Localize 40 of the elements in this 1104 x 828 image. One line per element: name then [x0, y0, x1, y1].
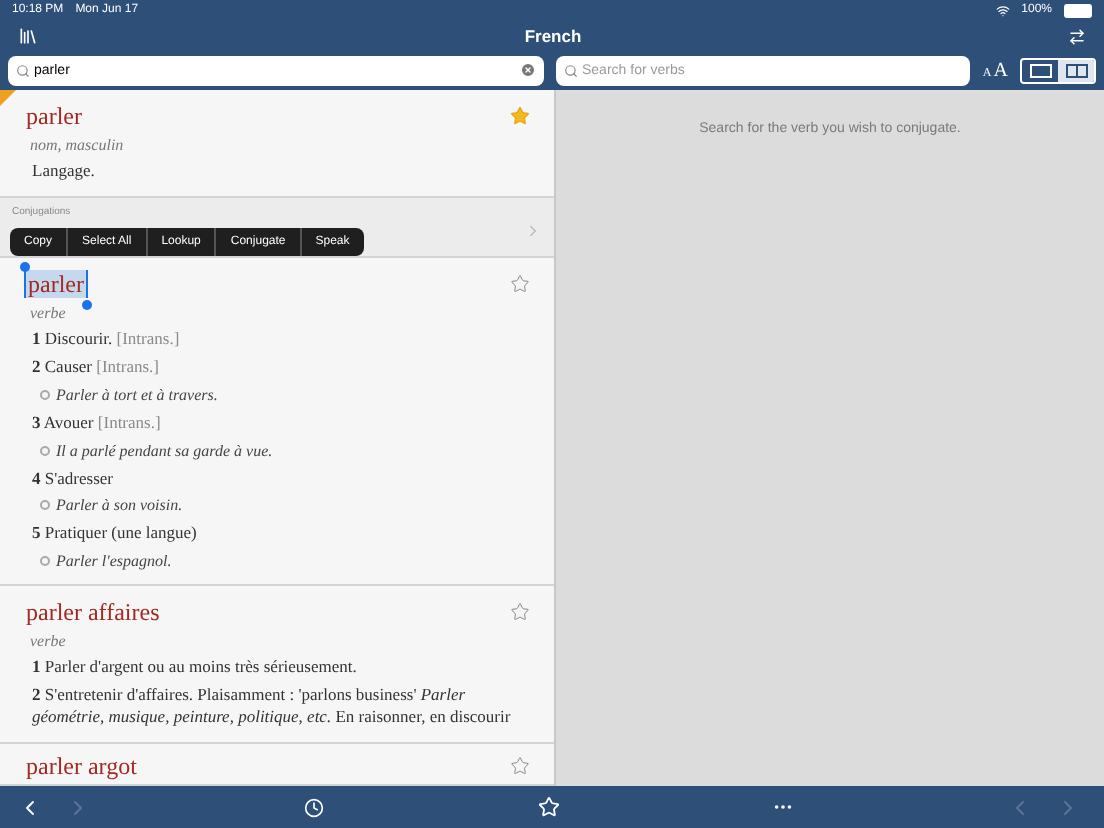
- bullet-icon: [40, 445, 50, 455]
- selection-handle[interactable]: [20, 261, 30, 272]
- selection-handle[interactable]: [81, 299, 92, 310]
- bullet-icon: [40, 555, 50, 566]
- star-button[interactable]: [510, 755, 530, 776]
- part-of-speech: verbe: [30, 303, 66, 322]
- star-button[interactable]: [510, 273, 530, 294]
- headword: parler affaires: [24, 597, 162, 626]
- star-button[interactable]: [510, 106, 530, 126]
- star-button[interactable]: [510, 601, 530, 622]
- wifi-icon: [995, 3, 1010, 17]
- definition-text: 2 S'entretenir d'affaires. Plaisamment : 'parlons business' Parler géométrie, musique, peinture, politique, etc. En raisonner, en discourir: [32, 684, 513, 728]
- search-icon: [16, 63, 30, 77]
- part-of-speech: nom, masculin: [30, 136, 124, 154]
- library-button[interactable]: [18, 26, 38, 46]
- definition-text: 4 S'adresser: [32, 467, 115, 489]
- search-icon: [564, 63, 578, 77]
- example-text: Parler l'espagnol.: [56, 551, 172, 570]
- definition-text: 2 Causer [Intrans.]: [32, 356, 161, 378]
- definition-text: 1 Discourir. [Intrans.]: [32, 327, 182, 349]
- definition-text: 5 Pratiquer (une langue): [32, 522, 199, 544]
- headword: parler argot: [24, 751, 139, 780]
- definition-text: Langage.: [32, 160, 97, 182]
- example-text: Parler à son voisin.: [56, 496, 183, 515]
- example-text: Parler à tort et à travers.: [56, 385, 218, 404]
- nav-title: French: [522, 26, 584, 46]
- swap-button[interactable]: [1068, 27, 1086, 45]
- battery-icon: [1064, 3, 1092, 17]
- definition-text: 3 Avouer [Intrans.]: [32, 411, 163, 433]
- headword: parler: [24, 269, 88, 298]
- headword: parler: [24, 102, 84, 130]
- chevron-icon: [524, 221, 542, 240]
- bullet-icon: [40, 500, 50, 511]
- split-view-button[interactable]: [1058, 59, 1094, 81]
- favorites-button[interactable]: [537, 796, 559, 818]
- example-text: Il a parlé pendant sa garde à vue.: [56, 441, 273, 459]
- definition-text: 1 Parler d'argent ou au moins très sérieusement.: [32, 655, 359, 677]
- history-button[interactable]: [303, 797, 324, 817]
- part-of-speech: verbe: [30, 631, 66, 650]
- bullet-icon: [40, 389, 50, 400]
